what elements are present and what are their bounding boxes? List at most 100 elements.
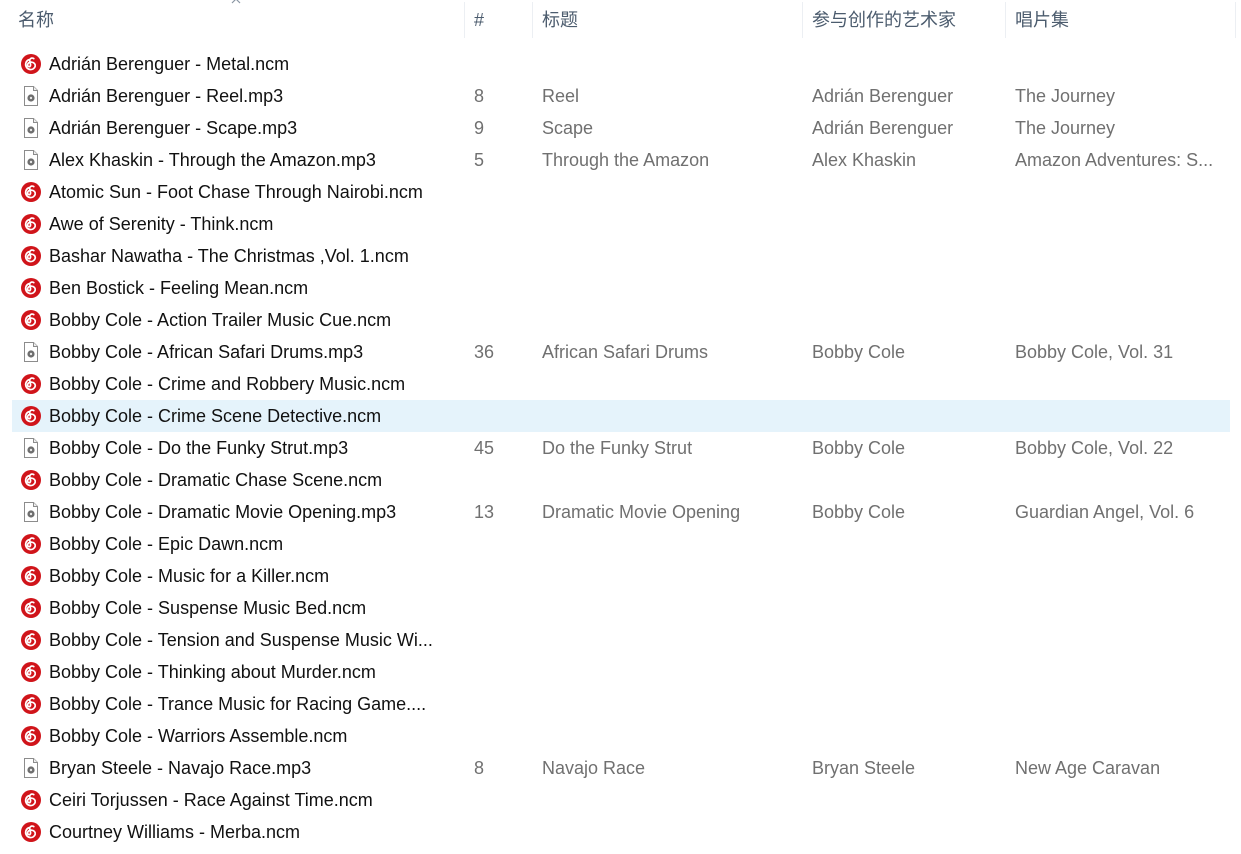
file-name: Ben Bostick - Feeling Mean.ncm — [49, 278, 309, 298]
track-title: Navajo Race — [542, 758, 646, 778]
file-row[interactable]: Bobby Cole - Action Trailer Music Cue.nc… — [0, 304, 1241, 336]
file-row[interactable]: Ben Bostick - Feeling Mean.ncm — [0, 272, 1241, 304]
track-artist — [812, 240, 1000, 272]
track-number: 8 — [474, 86, 485, 106]
track-album — [1015, 368, 1223, 400]
track-number — [474, 656, 524, 688]
file-name: Adrián Berenguer - Metal.ncm — [49, 54, 290, 74]
track-album: Bobby Cole, Vol. 31 — [1015, 342, 1174, 362]
file-row[interactable]: Bobby Cole - Thinking about Murder.ncm — [0, 656, 1241, 688]
column-header-name[interactable]: 名称 — [10, 0, 464, 40]
track-artist: Bobby Cole — [812, 438, 906, 458]
track-number — [474, 720, 524, 752]
track-title — [542, 304, 798, 336]
file-row[interactable]: Bobby Cole - Music for a Killer.ncm — [0, 560, 1241, 592]
file-row[interactable]: Bobby Cole - Trance Music for Racing Gam… — [0, 688, 1241, 720]
track-album — [1015, 560, 1223, 592]
column-resize-handle[interactable] — [464, 2, 465, 38]
track-artist — [812, 272, 1000, 304]
file-row[interactable]: Bobby Cole - African Safari Drums.mp3 36… — [0, 336, 1241, 368]
track-album — [1015, 272, 1223, 304]
track-title — [542, 528, 798, 560]
track-title — [542, 592, 798, 624]
netease-ncm-icon — [21, 374, 41, 394]
track-number — [474, 528, 524, 560]
file-row[interactable]: Alex Khaskin - Through the Amazon.mp3 5 … — [0, 144, 1241, 176]
file-row[interactable]: Adrián Berenguer - Scape.mp3 9 Scape Adr… — [0, 112, 1241, 144]
file-name: Ceiri Torjussen - Race Against Time.ncm — [49, 790, 373, 810]
file-name: Atomic Sun - Foot Chase Through Nairobi.… — [49, 182, 423, 202]
file-row[interactable]: Atomic Sun - Foot Chase Through Nairobi.… — [0, 176, 1241, 208]
column-header-album[interactable]: 唱片集 — [1007, 0, 1233, 40]
track-album: New Age Caravan — [1015, 758, 1161, 778]
track-album — [1015, 720, 1223, 752]
file-row[interactable]: Bobby Cole - Epic Dawn.ncm — [0, 528, 1241, 560]
file-list: Adrián Berenguer - Metal.ncm Adrián Bere… — [0, 48, 1241, 848]
file-row-selected[interactable]: Bobby Cole - Crime Scene Detective.ncm — [0, 400, 1241, 432]
file-name: Bobby Cole - Thinking about Murder.ncm — [49, 662, 376, 682]
track-number — [474, 816, 524, 848]
column-header-artists[interactable]: 参与创作的艺术家 — [804, 0, 1005, 40]
track-number: 45 — [474, 438, 495, 458]
netease-ncm-icon — [21, 246, 41, 266]
track-artist: Bobby Cole — [812, 342, 906, 362]
column-header-title[interactable]: 标题 — [534, 0, 802, 40]
netease-ncm-icon — [21, 182, 41, 202]
track-number: 9 — [474, 118, 485, 138]
column-resize-handle[interactable] — [532, 2, 533, 38]
file-name: Bobby Cole - Tension and Suspense Music … — [49, 630, 433, 650]
column-header-number[interactable]: # — [466, 0, 532, 40]
file-name: Bryan Steele - Navajo Race.mp3 — [49, 758, 312, 778]
track-album — [1015, 528, 1223, 560]
file-row[interactable]: Bobby Cole - Crime and Robbery Music.ncm — [0, 368, 1241, 400]
file-row[interactable]: Adrián Berenguer - Metal.ncm — [0, 48, 1241, 80]
track-number — [474, 272, 524, 304]
track-title: Scape — [542, 118, 594, 138]
track-title — [542, 48, 798, 80]
track-number: 36 — [474, 342, 495, 362]
column-resize-handle[interactable] — [802, 2, 803, 38]
netease-ncm-icon — [21, 630, 41, 650]
track-title — [542, 176, 798, 208]
track-artist — [812, 624, 1000, 656]
track-title — [542, 560, 798, 592]
track-album: Guardian Angel, Vol. 6 — [1015, 502, 1195, 522]
track-title: Through the Amazon — [542, 150, 710, 170]
track-title — [542, 688, 798, 720]
column-resize-handle[interactable] — [1235, 2, 1236, 38]
track-number — [474, 240, 524, 272]
file-row[interactable]: Bobby Cole - Dramatic Chase Scene.ncm — [0, 464, 1241, 496]
track-artist: Bobby Cole — [812, 502, 906, 522]
track-title — [542, 816, 798, 848]
track-artist — [812, 592, 1000, 624]
file-row[interactable]: Courtney Williams - Merba.ncm — [0, 816, 1241, 848]
file-row[interactable]: Bryan Steele - Navajo Race.mp3 8 Navajo … — [0, 752, 1241, 784]
file-row[interactable]: Adrián Berenguer - Reel.mp3 8 Reel Adriá… — [0, 80, 1241, 112]
file-row[interactable]: Bobby Cole - Tension and Suspense Music … — [0, 624, 1241, 656]
file-row[interactable]: Bobby Cole - Do the Funky Strut.mp3 45 D… — [0, 432, 1241, 464]
track-number — [474, 624, 524, 656]
track-number — [474, 176, 524, 208]
track-title — [542, 656, 798, 688]
file-row[interactable]: Ceiri Torjussen - Race Against Time.ncm — [0, 784, 1241, 816]
track-artist — [812, 176, 1000, 208]
file-name: Bashar Nawatha - The Christmas ,Vol. 1.n… — [49, 246, 409, 266]
file-name: Bobby Cole - Action Trailer Music Cue.nc… — [49, 310, 392, 330]
track-number — [474, 368, 524, 400]
track-artist — [812, 208, 1000, 240]
file-row[interactable]: Bobby Cole - Warriors Assemble.ncm — [0, 720, 1241, 752]
track-title — [542, 784, 798, 816]
track-artist — [812, 688, 1000, 720]
file-row[interactable]: Bashar Nawatha - The Christmas ,Vol. 1.n… — [0, 240, 1241, 272]
file-row[interactable]: Bobby Cole - Suspense Music Bed.ncm — [0, 592, 1241, 624]
file-name: Bobby Cole - Music for a Killer.ncm — [49, 566, 330, 586]
track-title — [542, 208, 798, 240]
file-row[interactable]: Awe of Serenity - Think.ncm — [0, 208, 1241, 240]
netease-ncm-icon — [21, 534, 41, 554]
track-album — [1015, 240, 1223, 272]
track-title — [542, 720, 798, 752]
track-number — [474, 464, 524, 496]
file-row[interactable]: Bobby Cole - Dramatic Movie Opening.mp3 … — [0, 496, 1241, 528]
track-artist — [812, 560, 1000, 592]
column-resize-handle[interactable] — [1005, 2, 1006, 38]
